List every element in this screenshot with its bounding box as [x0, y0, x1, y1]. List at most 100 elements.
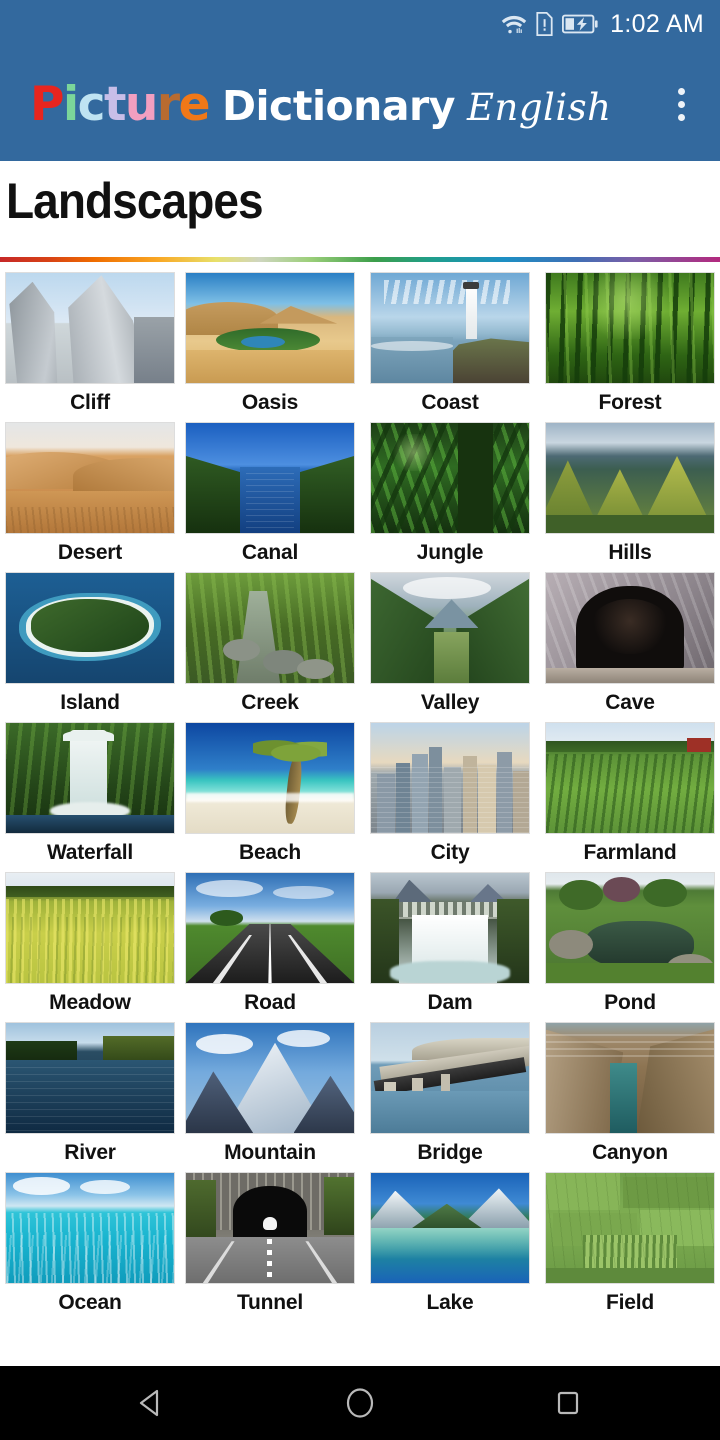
battery-charging-icon	[562, 14, 598, 34]
grid-item-valley[interactable]: Valley	[360, 572, 540, 722]
thumbnail-hills[interactable]	[545, 422, 715, 534]
scene-oasis	[186, 273, 354, 383]
grid-item-creek[interactable]: Creek	[180, 572, 360, 722]
home-button[interactable]	[332, 1375, 388, 1431]
grid-item-forest[interactable]: Forest	[540, 272, 720, 422]
scene-river	[6, 1023, 174, 1133]
grid-item-meadow[interactable]: Meadow	[0, 872, 180, 1022]
label-city: City	[430, 841, 470, 864]
label-creek: Creek	[241, 691, 299, 714]
grid-item-city[interactable]: City	[360, 722, 540, 872]
grid-item-dam[interactable]: Dam	[360, 872, 540, 1022]
grid-item-hills[interactable]: Hills	[540, 422, 720, 572]
thumbnail-forest[interactable]	[545, 272, 715, 384]
label-canal: Canal	[241, 541, 299, 564]
wifi-icon	[501, 15, 527, 34]
scene-canal	[186, 423, 354, 533]
label-canyon: Canyon	[592, 1141, 668, 1164]
thumbnail-city[interactable]	[370, 722, 530, 834]
thumbnail-meadow[interactable]	[5, 872, 175, 984]
logo-letter-u: u	[124, 77, 158, 132]
grid-item-pond[interactable]: Pond	[540, 872, 720, 1022]
label-field: Field	[605, 1291, 654, 1314]
thumbnail-oasis[interactable]	[185, 272, 355, 384]
scene-hills	[546, 423, 714, 533]
thumbnail-coast[interactable]	[370, 272, 530, 384]
scene-lake	[371, 1173, 529, 1283]
logo-letter-e: e	[178, 77, 211, 132]
thumbnail-beach[interactable]	[185, 722, 355, 834]
scene-city	[371, 723, 529, 833]
android-navigation-bar	[0, 1366, 720, 1440]
grid-item-farmland[interactable]: Farmland	[540, 722, 720, 872]
grid-item-waterfall[interactable]: Waterfall	[0, 722, 180, 872]
recents-button[interactable]	[540, 1375, 596, 1431]
label-ocean: Ocean	[58, 1291, 122, 1314]
grid-item-canyon[interactable]: Canyon	[540, 1022, 720, 1172]
grid-item-desert[interactable]: Desert	[0, 422, 180, 572]
thumbnail-river[interactable]	[5, 1022, 175, 1134]
grid-item-jungle[interactable]: Jungle	[360, 422, 540, 572]
label-jungle: Jungle	[416, 541, 484, 564]
grid-item-canal[interactable]: Canal	[180, 422, 360, 572]
grid-item-river[interactable]: River	[0, 1022, 180, 1172]
grid-item-ocean[interactable]: Ocean	[0, 1172, 180, 1322]
label-waterfall: Waterfall	[46, 841, 134, 864]
grid-item-tunnel[interactable]: Tunnel	[180, 1172, 360, 1322]
grid-item-lake[interactable]: Lake	[360, 1172, 540, 1322]
scene-forest	[546, 273, 714, 383]
thumbnail-desert[interactable]	[5, 422, 175, 534]
scene-cave	[546, 573, 714, 683]
grid-item-bridge[interactable]: Bridge	[360, 1022, 540, 1172]
thumbnail-island[interactable]	[5, 572, 175, 684]
thumbnail-cliff[interactable]	[5, 272, 175, 384]
grid-item-cave[interactable]: Cave	[540, 572, 720, 722]
grid-item-road[interactable]: Road	[180, 872, 360, 1022]
scene-ocean	[6, 1173, 174, 1283]
thumbnail-creek[interactable]	[185, 572, 355, 684]
label-meadow: Meadow	[49, 991, 131, 1014]
grid-item-oasis[interactable]: Oasis	[180, 272, 360, 422]
thumbnail-valley[interactable]	[370, 572, 530, 684]
thumbnail-mountain[interactable]	[185, 1022, 355, 1134]
thumbnail-canal[interactable]	[185, 422, 355, 534]
label-river: River	[64, 1141, 116, 1164]
grid-item-mountain[interactable]: Mountain	[180, 1022, 360, 1172]
scene-cliff	[6, 273, 174, 383]
thumbnail-lake[interactable]	[370, 1172, 530, 1284]
thumbnail-waterfall[interactable]	[5, 722, 175, 834]
thumbnail-bridge[interactable]	[370, 1022, 530, 1134]
grid-item-beach[interactable]: Beach	[180, 722, 360, 872]
page-title-section: Landscapes	[0, 161, 720, 257]
thumbnail-dam[interactable]	[370, 872, 530, 984]
grid-item-coast[interactable]: Coast	[360, 272, 540, 422]
thumbnail-pond[interactable]	[545, 872, 715, 984]
thumbnail-field[interactable]	[545, 1172, 715, 1284]
logo-word-english: English	[466, 86, 612, 129]
grid-item-cliff[interactable]: Cliff	[0, 272, 180, 422]
label-valley: Valley	[420, 691, 480, 714]
scene-field	[546, 1173, 714, 1283]
thumbnail-canyon[interactable]	[545, 1022, 715, 1134]
landscape-grid: Cliff Oasis Coast Forest Desert Canal Ju…	[0, 262, 720, 1322]
logo-letter-c: c	[77, 77, 106, 132]
back-button[interactable]	[124, 1375, 180, 1431]
grid-item-island[interactable]: Island	[0, 572, 180, 722]
label-coast: Coast	[421, 391, 479, 414]
scene-farmland	[546, 723, 714, 833]
thumbnail-road[interactable]	[185, 872, 355, 984]
menu-dot-3	[677, 114, 685, 121]
overflow-menu-icon[interactable]	[664, 83, 698, 127]
thumbnail-tunnel[interactable]	[185, 1172, 355, 1284]
scene-bridge	[371, 1023, 529, 1133]
thumbnail-ocean[interactable]	[5, 1172, 175, 1284]
page-title: Landscapes	[6, 173, 264, 229]
scene-desert	[6, 423, 174, 533]
thumbnail-jungle[interactable]	[370, 422, 530, 534]
grid-item-field[interactable]: Field	[540, 1172, 720, 1322]
thumbnail-cave[interactable]	[545, 572, 715, 684]
label-forest: Forest	[598, 391, 662, 414]
label-cave: Cave	[605, 691, 655, 714]
scene-road	[186, 873, 354, 983]
thumbnail-farmland[interactable]	[545, 722, 715, 834]
